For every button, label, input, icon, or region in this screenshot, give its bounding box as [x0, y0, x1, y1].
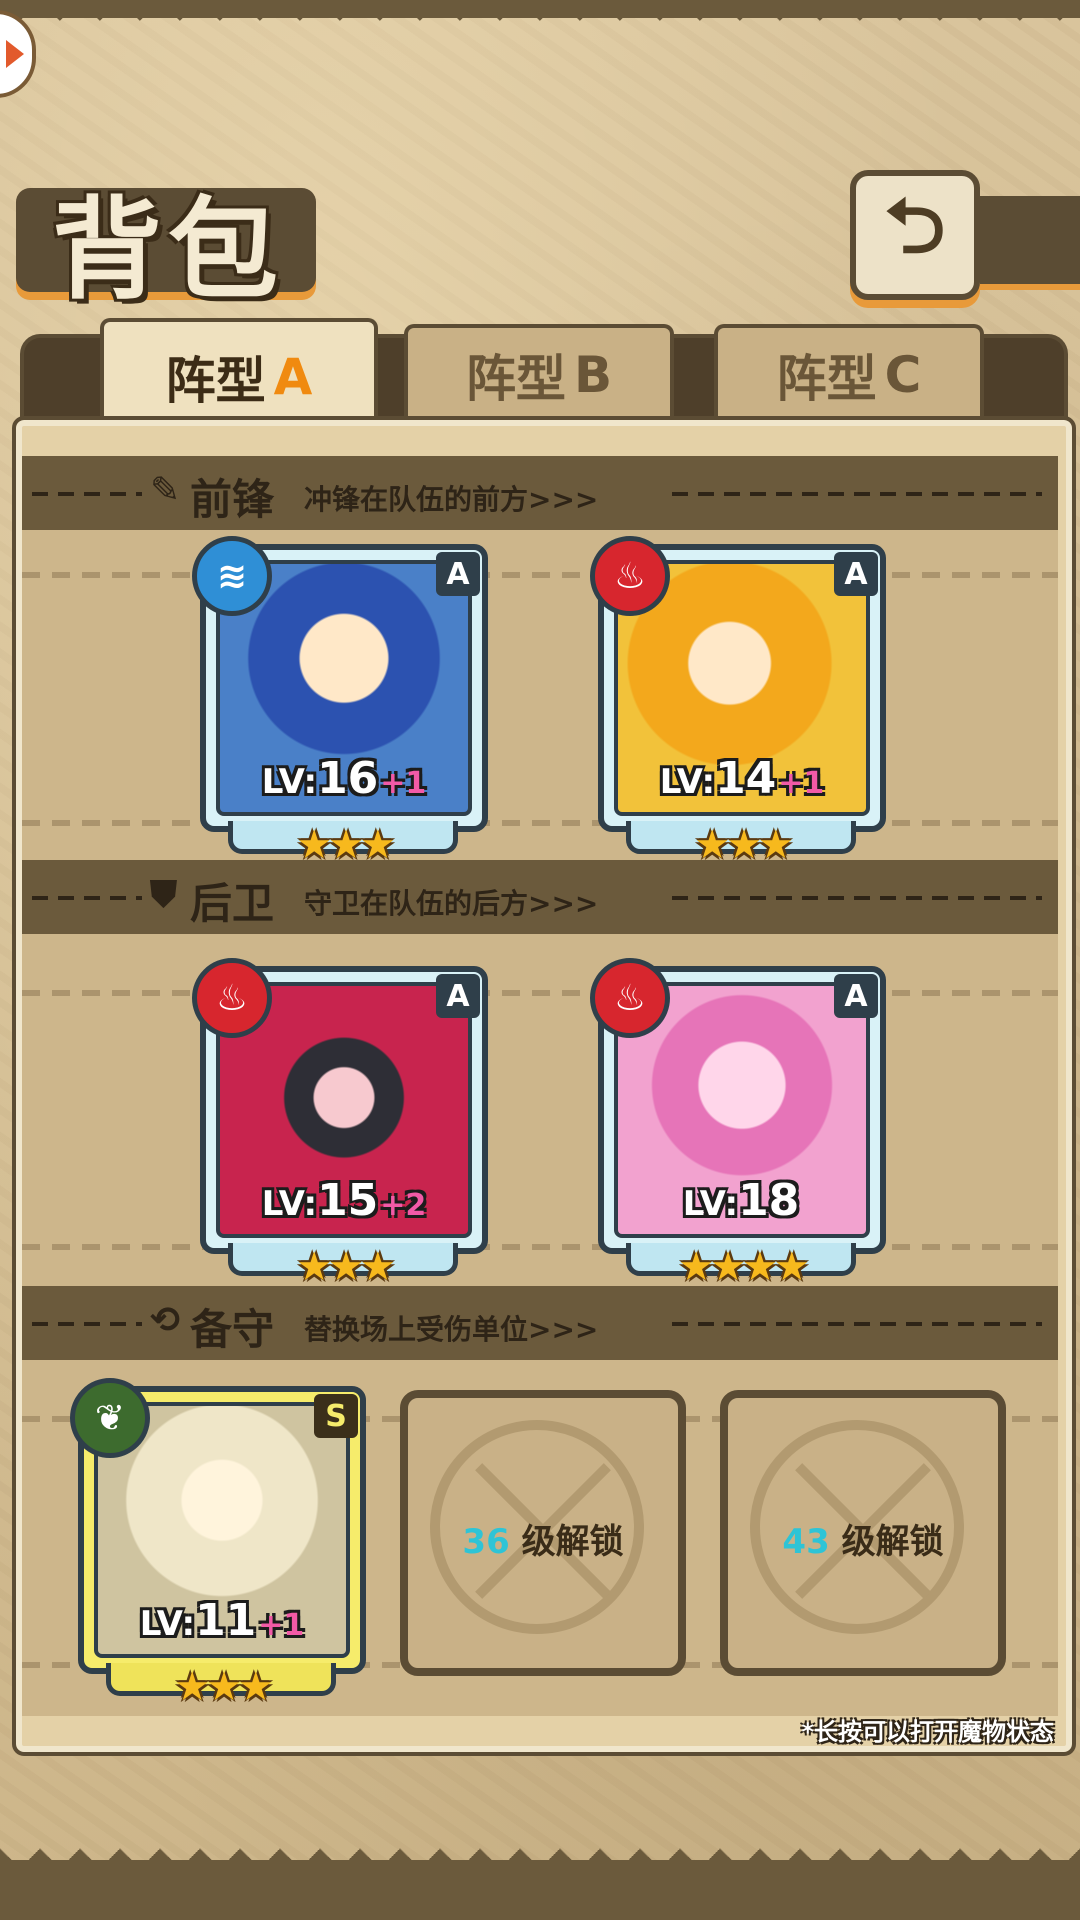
divider: [32, 896, 142, 900]
level-bonus: +2: [380, 1188, 427, 1223]
level-value: 14: [715, 753, 777, 804]
star-rating: ★★★: [296, 1244, 396, 1290]
level-bonus: +1: [258, 1608, 305, 1643]
tab-formation-b[interactable]: 阵型 B: [404, 324, 674, 422]
rope-line: [22, 1244, 1058, 1250]
rank-badge: A: [834, 552, 878, 596]
level-prefix: LV:: [261, 1184, 318, 1224]
section-desc: 守卫在队伍的后方>>>: [304, 887, 599, 920]
rank-badge: A: [834, 974, 878, 1018]
section-title: 前锋: [190, 475, 275, 524]
rope-line: [22, 820, 1058, 826]
section-desc: 替换场上受伤单位>>>: [304, 1313, 599, 1346]
level-bonus: +1: [380, 766, 427, 801]
level-value: 11: [195, 1595, 257, 1646]
divider: [672, 896, 1042, 900]
unlock-level: 36: [462, 1522, 510, 1562]
rope-line: [22, 572, 1058, 578]
section-desc: 冲锋在队伍的前方>>>: [304, 483, 599, 516]
hint-text: *长按可以打开魔物状态: [801, 1718, 1054, 1746]
page-title: 背包: [52, 185, 284, 314]
unlock-label: 43 级解锁: [728, 1514, 998, 1563]
tab-letter: B: [573, 346, 613, 404]
tab-formation-c[interactable]: 阵型 C: [714, 324, 984, 422]
level-value: 18: [738, 1175, 800, 1226]
rope-line: [22, 990, 1058, 996]
front-row-area: [22, 530, 1058, 860]
locked-slot-2[interactable]: 43 级解锁: [720, 1390, 1006, 1676]
locked-slot-1[interactable]: 36 级解锁: [400, 1390, 686, 1676]
level-value: 15: [317, 1175, 379, 1226]
rank-badge: A: [436, 974, 480, 1018]
section-title: 后卫: [190, 879, 275, 928]
level-prefix: LV:: [682, 1184, 739, 1224]
monster-card-back-2[interactable]: ♨ A LV:18 ★★★★: [590, 958, 886, 1290]
level-label: LV:18: [604, 1175, 880, 1226]
fire-icon: ♨: [590, 536, 670, 616]
unlock-label: 36 级解锁: [408, 1514, 678, 1563]
divider: [672, 492, 1042, 496]
level-label: LV:16+1: [206, 753, 482, 804]
level-label: LV:14+1: [604, 753, 880, 804]
tab-letter: A: [273, 348, 313, 406]
tab-label: 阵型: [465, 350, 566, 408]
section-header-reserve: ⟲ 备守 替换场上受伤单位>>>: [22, 1286, 1058, 1360]
level-prefix: LV:: [659, 762, 716, 802]
unlock-level: 43: [782, 1522, 830, 1562]
star-rating: ★★★: [694, 822, 794, 868]
section-title: 备守: [190, 1305, 275, 1354]
monster-card-back-1[interactable]: ♨ A LV:15+2 ★★★: [192, 958, 488, 1290]
level-prefix: LV:: [261, 762, 318, 802]
water-icon: ≋: [192, 536, 272, 616]
swap-icon: ⟲: [150, 1300, 181, 1341]
top-border: [0, 0, 1080, 44]
unlock-text: 级解锁: [841, 1522, 944, 1562]
arrow-right-icon: [6, 40, 24, 68]
back-arrow-icon: ⮌: [884, 180, 946, 270]
section-header-back: ⛊ 后卫 守卫在队伍的后方>>>: [22, 860, 1058, 934]
unlock-text: 级解锁: [521, 1522, 624, 1562]
rank-badge: A: [436, 552, 480, 596]
level-bonus: +1: [778, 766, 825, 801]
monster-card-reserve-1[interactable]: ❦ S LV:11+1 ★★★: [70, 1378, 366, 1710]
star-rating: ★★★: [174, 1664, 274, 1710]
divider: [32, 492, 142, 496]
tab-label: 阵型: [776, 350, 877, 408]
shield-icon: ⛊: [150, 874, 178, 915]
tab-formation-a[interactable]: 阵型 A: [100, 318, 378, 432]
back-row-area: [22, 934, 1058, 1288]
level-value: 16: [317, 753, 379, 804]
tab-letter: C: [884, 346, 922, 404]
star-rating: ★★★★: [678, 1244, 809, 1290]
star-rating: ★★★: [296, 822, 396, 868]
divider: [672, 1322, 1042, 1326]
fire-icon: ♨: [192, 958, 272, 1038]
back-button[interactable]: ⮌: [850, 170, 980, 300]
rank-badge: S: [314, 1394, 358, 1438]
section-header-front: ✎ 前锋 冲锋在队伍的前方>>>: [22, 456, 1058, 530]
divider: [32, 1322, 142, 1326]
bottom-border: [0, 1836, 1080, 1920]
monster-card-front-1[interactable]: ≋ A LV:16+1 ★★★: [192, 536, 488, 868]
level-prefix: LV:: [139, 1604, 196, 1644]
level-label: LV:15+2: [206, 1175, 482, 1226]
tab-label: 阵型: [165, 352, 266, 410]
leaf-icon: ❦: [70, 1378, 150, 1458]
sword-icon: ✎: [150, 470, 181, 511]
fire-icon: ♨: [590, 958, 670, 1038]
level-label: LV:11+1: [84, 1595, 360, 1646]
monster-card-front-2[interactable]: ♨ A LV:14+1 ★★★: [590, 536, 886, 868]
